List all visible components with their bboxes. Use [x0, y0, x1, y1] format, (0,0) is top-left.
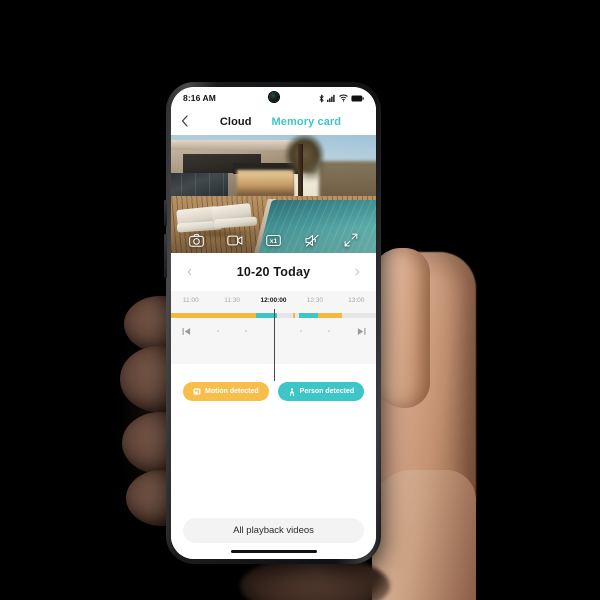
motion-detected-icon	[193, 388, 201, 396]
timeline-tick-label: 11:00	[182, 297, 199, 304]
timeline-tick-label: 13:00	[348, 297, 365, 304]
video-control-bar: x1	[171, 227, 376, 253]
screenshot-icon[interactable]	[188, 232, 204, 248]
chevron-left-icon	[181, 115, 188, 127]
home-indicator[interactable]	[230, 550, 317, 553]
tab-memory-card[interactable]: Memory card	[272, 116, 342, 128]
timeline-tick-label: 11:30	[224, 297, 241, 304]
status-bar: 8:16 AM	[171, 87, 376, 109]
volume-button[interactable]	[164, 200, 167, 226]
timeline-section[interactable]: 11:00 11:30 12:00:00 12:30 13:00	[171, 291, 376, 381]
status-icons	[319, 93, 364, 103]
nav-tab-bar: Cloud Memory card	[171, 109, 376, 135]
next-day-button[interactable]	[351, 266, 364, 279]
chevron-left-icon	[187, 268, 192, 276]
skip-to-start-icon	[182, 327, 190, 335]
timeline-tick-label: 12:30	[306, 297, 323, 304]
timeline-tick-dot	[328, 330, 330, 332]
timeline-tick-dot	[217, 330, 219, 332]
wifi-icon	[339, 94, 348, 102]
chip-person-detected[interactable]: Person detected	[277, 382, 365, 401]
chip-motion-label: Motion detected	[205, 388, 259, 395]
mute-icon[interactable]	[304, 232, 320, 248]
timeline-tick-labels: 11:00 11:30 12:00:00 12:30 13:00	[175, 297, 372, 309]
house-roof	[171, 139, 299, 151]
signal-icon	[327, 94, 335, 102]
status-time: 8:16 AM	[183, 93, 216, 103]
record-icon[interactable]	[227, 232, 243, 248]
palm	[368, 252, 476, 552]
content-spacer	[171, 401, 376, 518]
fullscreen-icon[interactable]	[343, 232, 359, 248]
selected-date-label: 10-20 Today	[236, 265, 311, 279]
wrist	[372, 470, 476, 600]
timeline-playhead[interactable]	[273, 309, 275, 381]
person-detected-icon	[288, 387, 296, 396]
chip-motion-detected[interactable]: Motion detected	[183, 382, 269, 401]
front-camera-punchhole	[268, 92, 279, 102]
all-playback-videos-button[interactable]: All playback videos	[183, 518, 364, 543]
skip-to-end-button[interactable]	[356, 326, 366, 336]
timeline-tick-dot	[300, 330, 302, 332]
app-body: x1 10-20 Today 11:00 11:30 12:00:00 12:3…	[171, 135, 376, 559]
video-preview[interactable]: x1	[171, 135, 376, 253]
prev-day-button[interactable]	[183, 266, 196, 279]
bluetooth-icon	[319, 93, 324, 103]
pine-trunk	[298, 144, 303, 202]
speed-1x-icon[interactable]: x1	[265, 232, 281, 248]
chip-person-label: Person detected	[299, 388, 355, 395]
chevron-right-icon	[355, 268, 360, 276]
skip-to-end-icon	[357, 327, 365, 335]
battery-icon	[351, 94, 364, 102]
screenshot-root: 8:16 AM Cloud Memory card x1 10-20 Today…	[0, 0, 600, 600]
phone-device: 8:16 AM Cloud Memory card x1 10-20 Today…	[164, 82, 381, 564]
timeline-tick-dot	[245, 330, 247, 332]
back-button[interactable]	[181, 115, 195, 129]
interior-lighting	[236, 170, 294, 197]
date-selector: 10-20 Today	[171, 253, 376, 291]
bottom-area: All playback videos	[171, 518, 376, 559]
tab-list: Cloud Memory card	[195, 116, 366, 128]
skip-to-start-button[interactable]	[181, 326, 191, 336]
date-selector-panel: 10-20 Today	[171, 253, 376, 291]
tab-cloud[interactable]: Cloud	[220, 116, 252, 128]
phone-screen: 8:16 AM Cloud Memory card x1 10-20 Today…	[171, 87, 376, 559]
svg-text:x1: x1	[270, 237, 278, 244]
power-button[interactable]	[164, 234, 167, 278]
timeline-tick-label: 12:00:00	[260, 297, 287, 304]
